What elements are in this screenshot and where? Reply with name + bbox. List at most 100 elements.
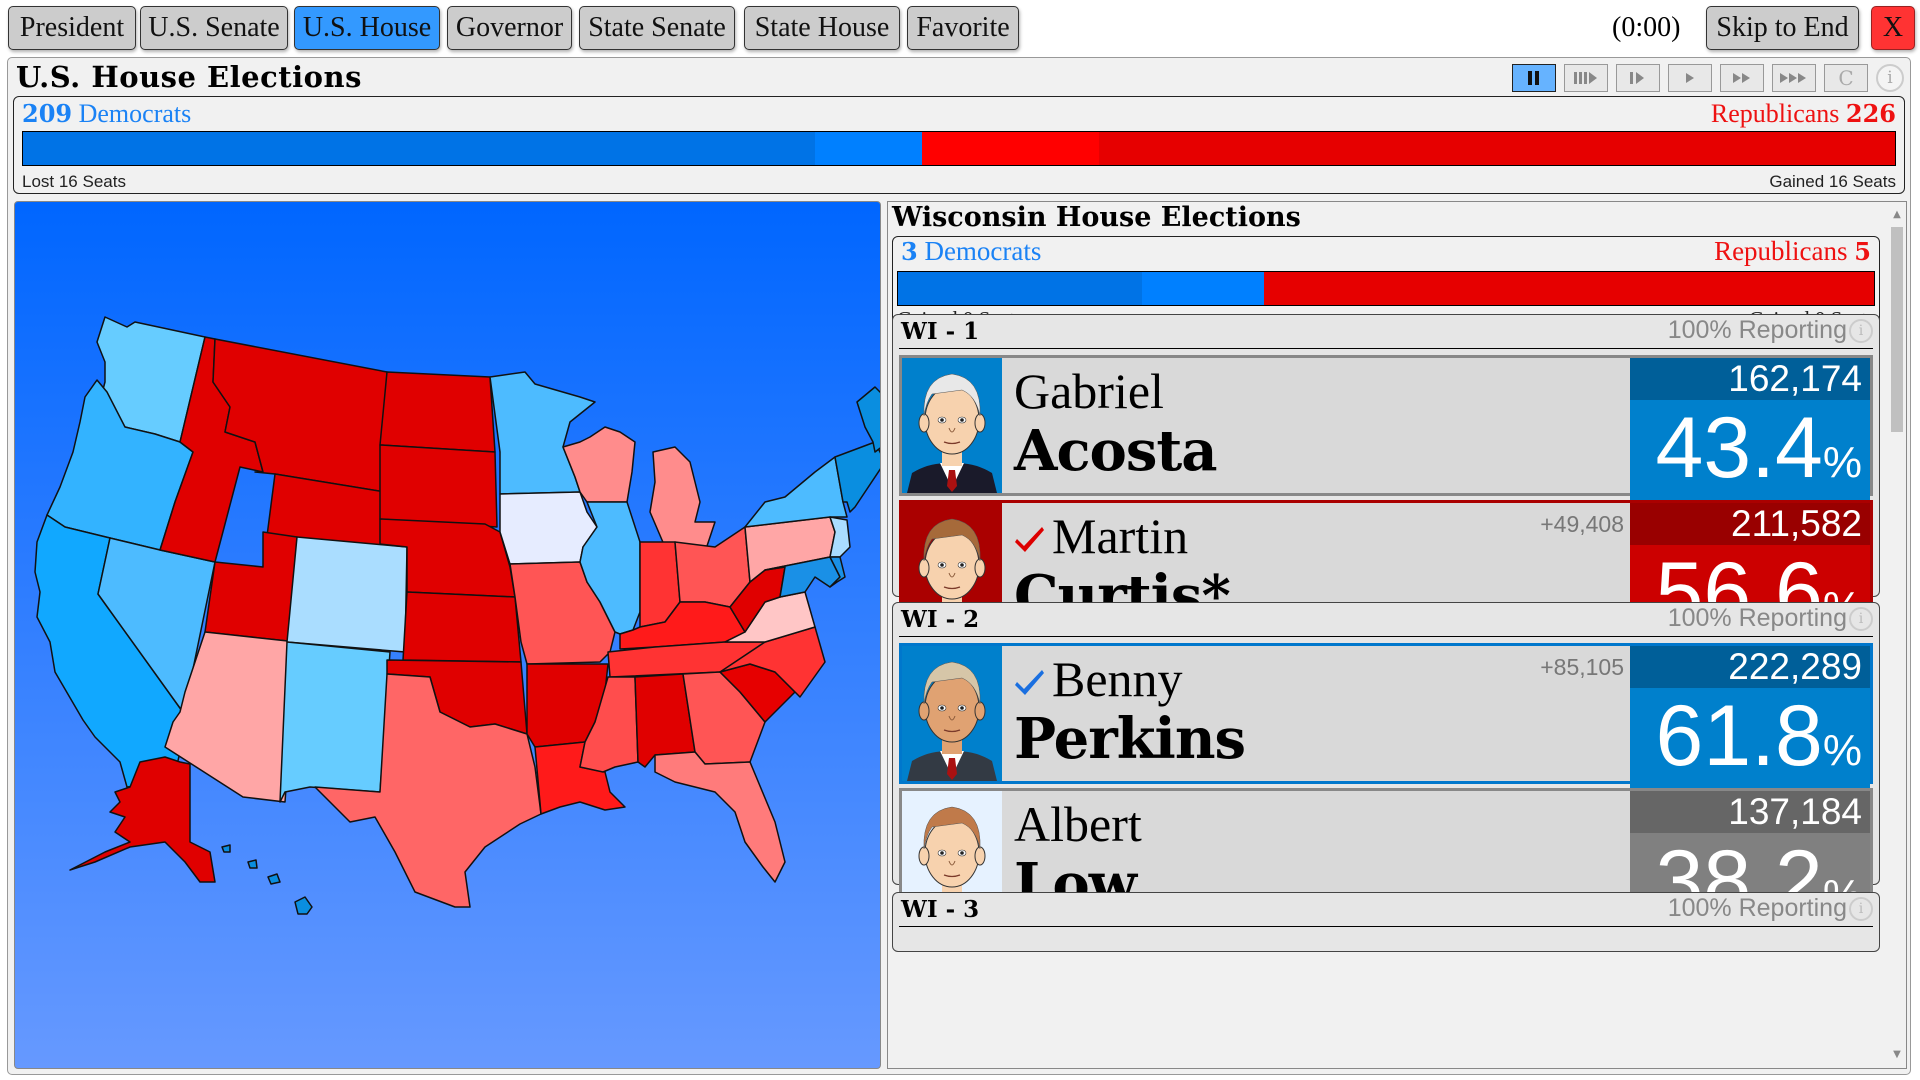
play-button[interactable]	[1668, 64, 1712, 92]
first-name-text: Martin	[1052, 508, 1189, 564]
state-new-mexico[interactable]	[279, 641, 391, 803]
rep-label: Republicans	[1710, 99, 1840, 128]
race-info-icon[interactable]: i	[1849, 318, 1873, 343]
state-florida[interactable]	[654, 751, 786, 883]
national-seat-bar	[22, 131, 1896, 166]
countdown-timer: (0:00)	[1612, 12, 1681, 43]
seat-bar-segment-dem-held	[898, 272, 1142, 305]
scroll-up-arrow-icon[interactable]: ▲	[1888, 206, 1906, 224]
state-rep-seat-count: 5	[1854, 237, 1871, 266]
state-hawaii-oahu[interactable]	[247, 859, 258, 869]
race-info-icon[interactable]: i	[1849, 606, 1873, 631]
state-hawaii[interactable]	[294, 896, 313, 915]
state-dem-seat-count: 3	[901, 237, 918, 266]
race-header: WI - 1 100% Reporting i	[899, 315, 1873, 349]
state-rep-label: Republicans	[1714, 236, 1848, 266]
close-button[interactable]: X	[1871, 6, 1915, 50]
candidate-last-name: Perkins	[1014, 706, 1246, 772]
reporting-status: 100% Reporting i	[1668, 894, 1873, 923]
tab-us-house[interactable]: U.S. House	[294, 6, 440, 50]
race-card: WI - 3 100% Reporting i	[892, 892, 1880, 952]
tab-favorite[interactable]: Favorite	[907, 6, 1019, 50]
candidate-last-name: Acosta	[1014, 418, 1218, 484]
reporting-text: 100% Reporting	[1667, 316, 1847, 344]
info-icon[interactable]: i	[1876, 64, 1904, 92]
vote-count: 137,184	[1630, 791, 1870, 833]
state-results-panel: Wisconsin House Elections 3 Democrats Re…	[887, 201, 1907, 1069]
reporting-status: 100% Reporting i	[1668, 316, 1873, 345]
fast-speed-button[interactable]	[1720, 64, 1764, 92]
candidate-first-name: Albert	[1014, 795, 1142, 853]
state-seat-bar	[897, 271, 1875, 306]
candidate-result: 222,289 61.8%	[1630, 646, 1870, 799]
race-card: WI - 1 100% Reporting i Gabriel Acosta 1…	[892, 314, 1880, 656]
seat-bar-segment-rep-held	[1098, 132, 1895, 165]
dem-label: Democrats	[78, 99, 192, 128]
district-name: WI - 1	[901, 318, 980, 345]
rep-seat-change: Gained 16 Seats	[1769, 172, 1896, 191]
vote-count: 162,174	[1630, 358, 1870, 400]
fastest-speed-button[interactable]	[1772, 64, 1816, 92]
race-header: WI - 2 100% Reporting i	[899, 603, 1873, 637]
state-michigan[interactable]	[649, 446, 716, 553]
vote-count: 222,289	[1630, 646, 1870, 688]
race-card: WI - 2 100% Reporting i Benny Perkins +8…	[892, 602, 1880, 944]
slowest-speed-button[interactable]	[1564, 64, 1608, 92]
tab-governor[interactable]: Governor	[447, 6, 572, 50]
state-alaska[interactable]	[69, 756, 216, 883]
state-kansas[interactable]	[402, 591, 522, 663]
state-new-york[interactable]	[744, 456, 848, 528]
seat-bar-segment-dem-held	[23, 132, 815, 165]
vote-margin: +85,105	[1540, 654, 1624, 680]
race-info-icon[interactable]: i	[1849, 896, 1873, 921]
winner-check-icon	[1014, 507, 1046, 565]
candidate-first-name: Martin	[1014, 507, 1188, 565]
reporting-status: 100% Reporting i	[1668, 604, 1873, 633]
fastest-forward-icon	[1780, 73, 1806, 83]
candidate-name-block: Benny Perkins +85,105	[1002, 646, 1630, 781]
state-hawaii-maui[interactable]	[267, 873, 281, 885]
dem-seat-change: Lost 16 Seats	[22, 172, 126, 191]
play-icon	[1686, 73, 1694, 83]
state-democrats-total: 3 Democrats	[901, 236, 1041, 267]
democrats-total: 209 Democrats	[22, 99, 191, 129]
pause-button[interactable]	[1512, 64, 1556, 92]
candidate-avatar	[902, 646, 1002, 781]
skip-to-end-button[interactable]: Skip to End	[1706, 6, 1859, 50]
percentage-value: 61.8	[1655, 688, 1823, 784]
vote-percentage: 61.8%	[1630, 688, 1870, 799]
candidate-row[interactable]: Gabriel Acosta 162,174 43.4%	[899, 355, 1873, 511]
candidate-row[interactable]: Benny Perkins +85,105 222,289 61.8%	[899, 643, 1873, 799]
seat-bar-segment-rep-flip	[922, 132, 1099, 165]
dem-seat-count: 209	[22, 99, 73, 128]
seat-bar-segment-dem-new	[1142, 272, 1264, 305]
seat-bar-segment-rep-held	[1264, 272, 1874, 305]
state-maine[interactable]	[856, 386, 881, 453]
state-north-dakota[interactable]	[379, 371, 496, 453]
scroll-down-arrow-icon[interactable]: ▼	[1888, 1046, 1906, 1064]
candidate-name-block: Gabriel Acosta	[1002, 358, 1630, 493]
reporting-text: 100% Reporting	[1667, 894, 1847, 922]
state-dem-label: Democrats	[924, 236, 1042, 266]
scroll-thumb[interactable]	[1891, 227, 1903, 432]
vote-percentage: 43.4%	[1630, 400, 1870, 511]
us-map-svg	[34, 316, 881, 915]
candidate-result: 162,174 43.4%	[1630, 358, 1870, 511]
slow-speed-button[interactable]	[1616, 64, 1660, 92]
reporting-text: 100% Reporting	[1667, 604, 1847, 632]
seat-bar-segment-dem-flip	[814, 132, 923, 165]
step-slow-icon	[1574, 72, 1597, 84]
state-south-dakota[interactable]	[379, 444, 498, 528]
step-icon	[1630, 72, 1644, 84]
race-header: WI - 3 100% Reporting i	[899, 893, 1873, 927]
house-elections-panel: U.S. House Elections C i 209 Democrats R…	[7, 57, 1911, 1075]
reset-button[interactable]: C	[1824, 64, 1868, 92]
tab-state-house[interactable]: State House	[744, 6, 900, 50]
state-hawaii-kauai[interactable]	[221, 844, 231, 853]
tab-president[interactable]: President	[8, 6, 136, 50]
tab-state-senate[interactable]: State Senate	[579, 6, 735, 50]
winner-check-icon	[1014, 650, 1046, 708]
tab-us-senate[interactable]: U.S. Senate	[140, 6, 288, 50]
state-colorado[interactable]	[286, 536, 408, 653]
scrollbar[interactable]: ▲ ▼	[1888, 202, 1906, 1068]
